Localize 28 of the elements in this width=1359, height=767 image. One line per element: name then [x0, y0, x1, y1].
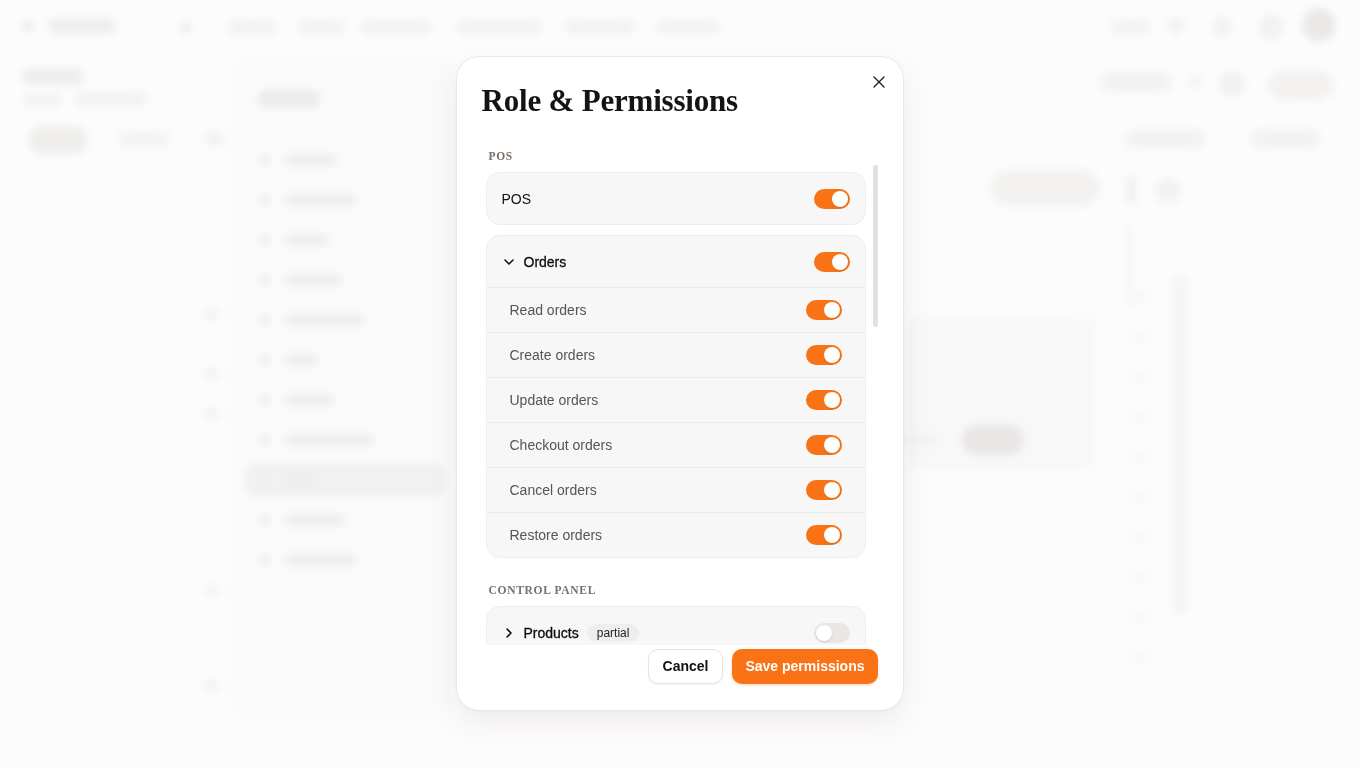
scrollbar-thumb[interactable] — [872, 165, 878, 327]
group-name: Orders — [523, 253, 567, 270]
chevron-right-icon[interactable] — [503, 627, 514, 638]
permission-name: Checkout orders — [509, 437, 613, 453]
chevron-down-icon[interactable] — [503, 256, 514, 267]
dialog-title: Role & Permissions — [481, 82, 738, 120]
toggle-switch[interactable] — [813, 622, 850, 643]
cancel-button[interactable]: Cancel — [647, 649, 724, 684]
permission-name: Update orders — [509, 392, 599, 408]
group-name: Products — [523, 624, 579, 641]
permission-name: Cancel orders — [509, 482, 597, 498]
toggle-switch[interactable] — [805, 345, 842, 365]
close-button[interactable] — [872, 76, 885, 88]
toggle-switch[interactable] — [805, 525, 842, 545]
close-icon — [872, 76, 885, 88]
permission-name: POS — [501, 190, 532, 207]
permission-name: Restore orders — [509, 527, 603, 543]
permission-name: Read orders — [509, 302, 587, 318]
permission-name: Create orders — [509, 347, 596, 363]
toggle-switch[interactable] — [813, 188, 850, 209]
section-heading: CONTROL PANEL — [488, 583, 597, 597]
toggle-switch[interactable] — [813, 251, 850, 272]
toggle-switch[interactable] — [805, 300, 842, 320]
section-heading: POS — [488, 149, 513, 163]
status-tag: partial — [586, 623, 640, 642]
toggle-switch[interactable] — [805, 480, 842, 500]
toggle-switch[interactable] — [805, 435, 842, 455]
toggle-switch[interactable] — [805, 390, 842, 410]
